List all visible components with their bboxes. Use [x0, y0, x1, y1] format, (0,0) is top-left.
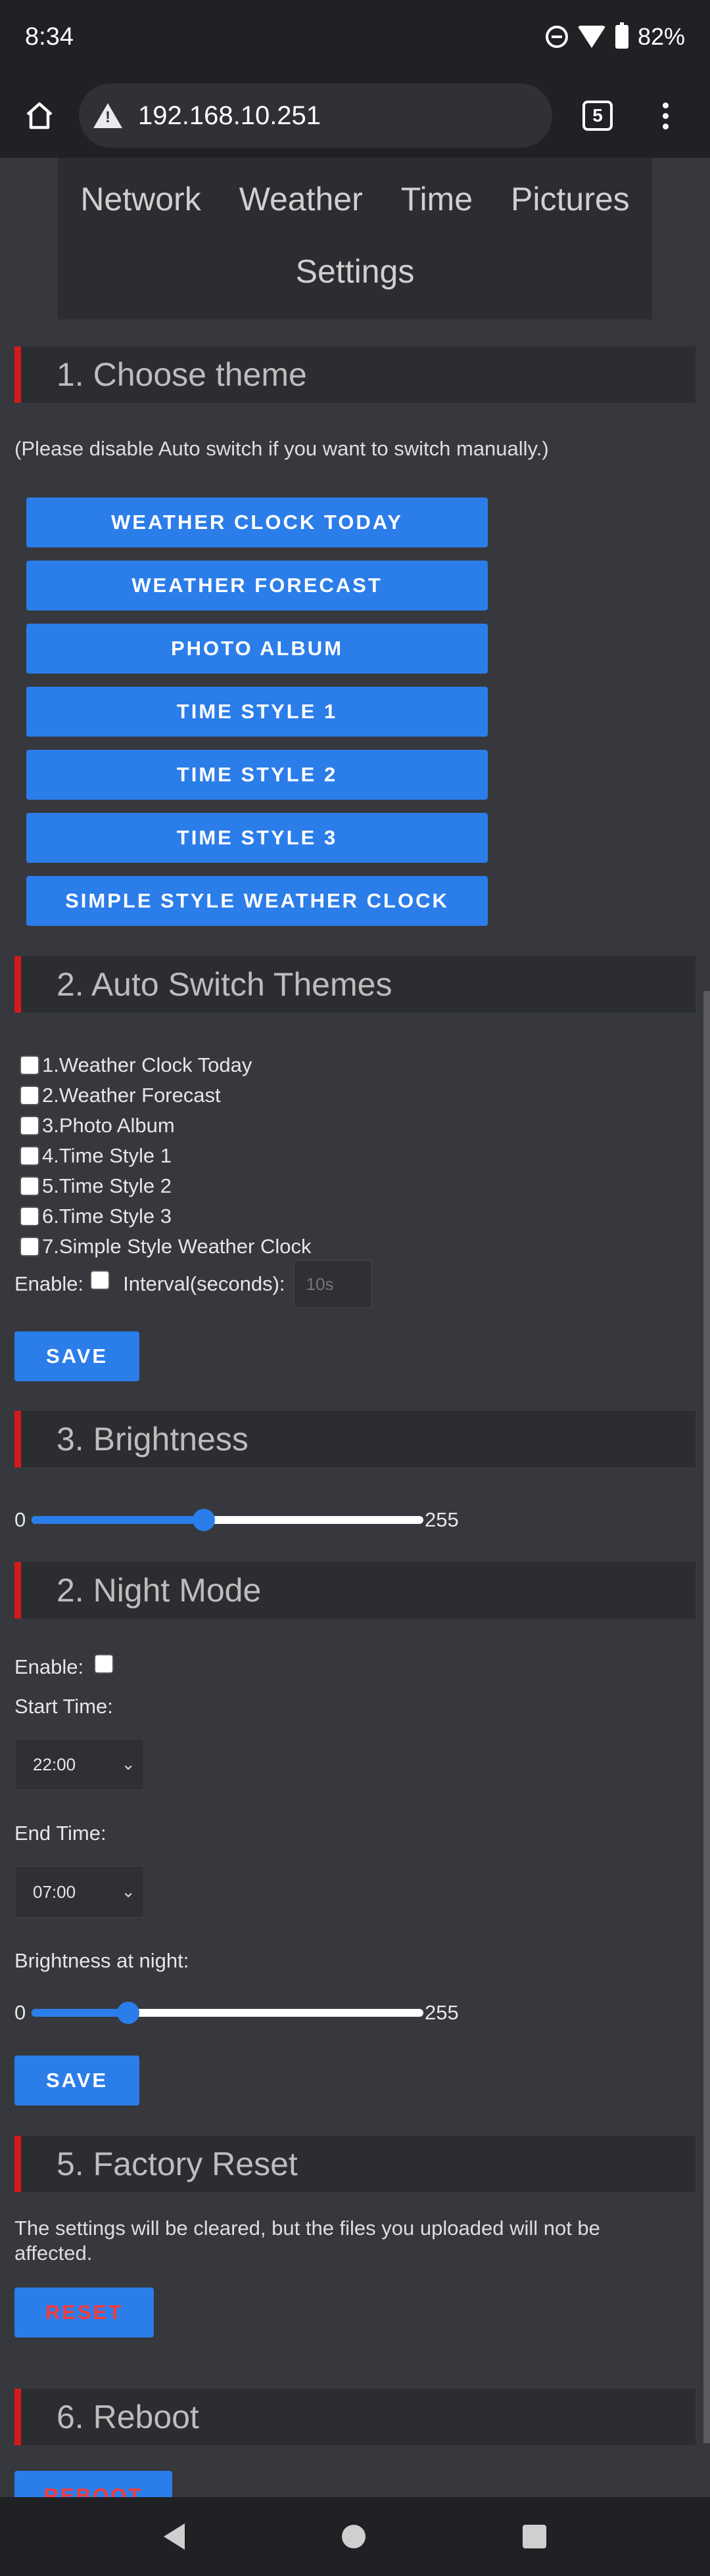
section-night-mode: 2. Night Mode [14, 1562, 696, 1619]
section-auto-switch: 2. Auto Switch Themes [14, 956, 696, 1013]
nav-weather[interactable]: Weather [239, 177, 363, 221]
auto-theme-7-label: 7.Simple Style Weather Clock [42, 1235, 312, 1258]
night-brightness-slider-track[interactable] [32, 2002, 423, 2024]
interval-input[interactable] [293, 1260, 372, 1308]
start-time-label: Start Time: [14, 1695, 113, 1718]
brightness-min: 0 [14, 1508, 26, 1531]
auto-theme-2-checkbox[interactable] [20, 1086, 39, 1105]
auto-switch-enable-row: Enable: Interval(seconds): [14, 1260, 372, 1308]
auto-theme-5-row: 5.Time Style 2 [20, 1174, 172, 1198]
night-brightness-max: 255 [425, 2001, 459, 2024]
night-brightness-slider-thumb[interactable] [117, 2002, 140, 2024]
scrollbar[interactable] [703, 991, 710, 2443]
nav-network[interactable]: Network [80, 177, 201, 221]
night-mode-save-button[interactable]: SAVE [14, 2056, 139, 2105]
nav-settings[interactable]: Settings [296, 250, 415, 293]
auto-theme-2-label: 2.Weather Forecast [42, 1084, 221, 1107]
reset-button[interactable]: RESET [14, 2288, 154, 2337]
time-style-3-button[interactable]: TIME STYLE 3 [26, 813, 488, 863]
night-mode-enable-label: Enable: [14, 1655, 84, 1678]
home-button[interactable] [0, 74, 79, 158]
battery-icon [615, 22, 628, 49]
nav-time[interactable]: Time [401, 177, 473, 221]
brightness-slider-fill [32, 1516, 204, 1524]
reboot-button[interactable]: REBOOT [14, 2471, 172, 2497]
weather-clock-today-button[interactable]: WEATHER CLOCK TODAY [26, 497, 488, 547]
auto-theme-4-row: 4.Time Style 1 [20, 1144, 172, 1168]
start-time-value: 22:00 [33, 1754, 76, 1774]
night-brightness-slider-row: 0 255 [14, 1996, 475, 2029]
simple-style-weather-clock-button[interactable]: SIMPLE STYLE WEATHER CLOCK [26, 876, 488, 926]
status-bar: 8:34 82% [0, 0, 710, 74]
time-style-1-button[interactable]: TIME STYLE 1 [26, 687, 488, 737]
browser-toolbar: ! 192.168.10.251 5 [0, 74, 710, 158]
auto-theme-1-checkbox[interactable] [20, 1055, 39, 1075]
nav-pictures[interactable]: Pictures [511, 177, 630, 221]
auto-theme-3-label: 3.Photo Album [42, 1114, 175, 1137]
auto-theme-3-checkbox[interactable] [20, 1116, 39, 1136]
night-brightness-label: Brightness at night: [14, 1949, 189, 1972]
end-time-select[interactable]: 07:00 ⌄ [14, 1866, 145, 1918]
end-time-value: 07:00 [33, 1881, 76, 1902]
photo-album-button[interactable]: PHOTO ALBUM [26, 624, 488, 674]
weather-forecast-button[interactable]: WEATHER FORECAST [26, 561, 488, 610]
night-brightness-min: 0 [14, 2001, 26, 2024]
section-brightness: 3. Brightness [14, 1411, 696, 1467]
auto-theme-4-label: 4.Time Style 1 [42, 1144, 172, 1167]
auto-theme-7-row: 7.Simple Style Weather Clock [20, 1235, 311, 1258]
auto-switch-enable-label: Enable: [14, 1272, 84, 1295]
auto-theme-6-label: 6.Time Style 3 [42, 1205, 172, 1228]
battery-percent: 82% [637, 23, 685, 50]
auto-theme-7-checkbox[interactable] [20, 1237, 39, 1256]
auto-theme-5-checkbox[interactable] [20, 1176, 39, 1196]
auto-switch-save-button[interactable]: SAVE [14, 1331, 139, 1381]
auto-theme-3-row: 3.Photo Album [20, 1114, 175, 1138]
system-nav-bar [0, 2497, 710, 2576]
page-content: Network Weather Time Pictures Settings 1… [0, 158, 710, 2497]
url-text: 192.168.10.251 [138, 101, 321, 130]
auto-theme-6-checkbox[interactable] [20, 1207, 39, 1226]
more-menu-icon[interactable] [663, 102, 669, 129]
wifi-icon [577, 26, 606, 48]
auto-theme-5-label: 5.Time Style 2 [42, 1174, 172, 1197]
night-mode-enable-row: Enable: [14, 1654, 114, 1680]
auto-theme-1-label: 1.Weather Clock Today [42, 1053, 252, 1076]
top-nav: Network Weather Time Pictures Settings [58, 158, 652, 319]
brightness-slider-row: 0 255 [14, 1503, 475, 1536]
factory-reset-note: The settings will be cleared, but the fi… [14, 2217, 600, 2265]
section-reboot: 6. Reboot [14, 2389, 696, 2445]
auto-switch-enable-checkbox[interactable] [90, 1270, 110, 1290]
theme-note: (Please disable Auto switch if you want … [14, 437, 549, 460]
back-icon[interactable] [164, 2523, 185, 2550]
time-style-2-button[interactable]: TIME STYLE 2 [26, 750, 488, 800]
status-time: 8:34 [25, 22, 74, 51]
brightness-max: 255 [425, 1508, 459, 1531]
chevron-down-icon: ⌄ [121, 1881, 135, 1901]
do-not-disturb-icon [545, 26, 568, 48]
brightness-slider-track[interactable] [32, 1509, 423, 1531]
night-brightness-slider-fill [32, 2009, 129, 2017]
home-circle-icon[interactable] [341, 2525, 366, 2548]
tab-count: 5 [592, 105, 603, 126]
warning-icon: ! [93, 103, 122, 128]
tab-switcher-button[interactable]: 5 [582, 101, 613, 131]
chevron-down-icon: ⌄ [121, 1754, 135, 1774]
auto-theme-6-row: 6.Time Style 3 [20, 1205, 172, 1228]
start-time-select[interactable]: 22:00 ⌄ [14, 1738, 145, 1791]
interval-label: Interval(seconds): [123, 1272, 285, 1295]
section-choose-theme: 1. Choose theme [14, 346, 696, 403]
status-icons: 82% [545, 22, 685, 51]
auto-theme-2-row: 2.Weather Forecast [20, 1084, 221, 1107]
home-icon [26, 102, 53, 129]
brightness-slider-thumb[interactable] [192, 1509, 215, 1531]
end-time-label: End Time: [14, 1822, 106, 1845]
auto-theme-1-row: 1.Weather Clock Today [20, 1053, 252, 1077]
recent-apps-icon[interactable] [522, 2525, 546, 2548]
night-mode-enable-checkbox[interactable] [94, 1654, 114, 1674]
auto-theme-4-checkbox[interactable] [20, 1146, 39, 1166]
address-bar[interactable]: ! 192.168.10.251 [79, 83, 552, 148]
section-factory-reset: 5. Factory Reset [14, 2136, 696, 2192]
